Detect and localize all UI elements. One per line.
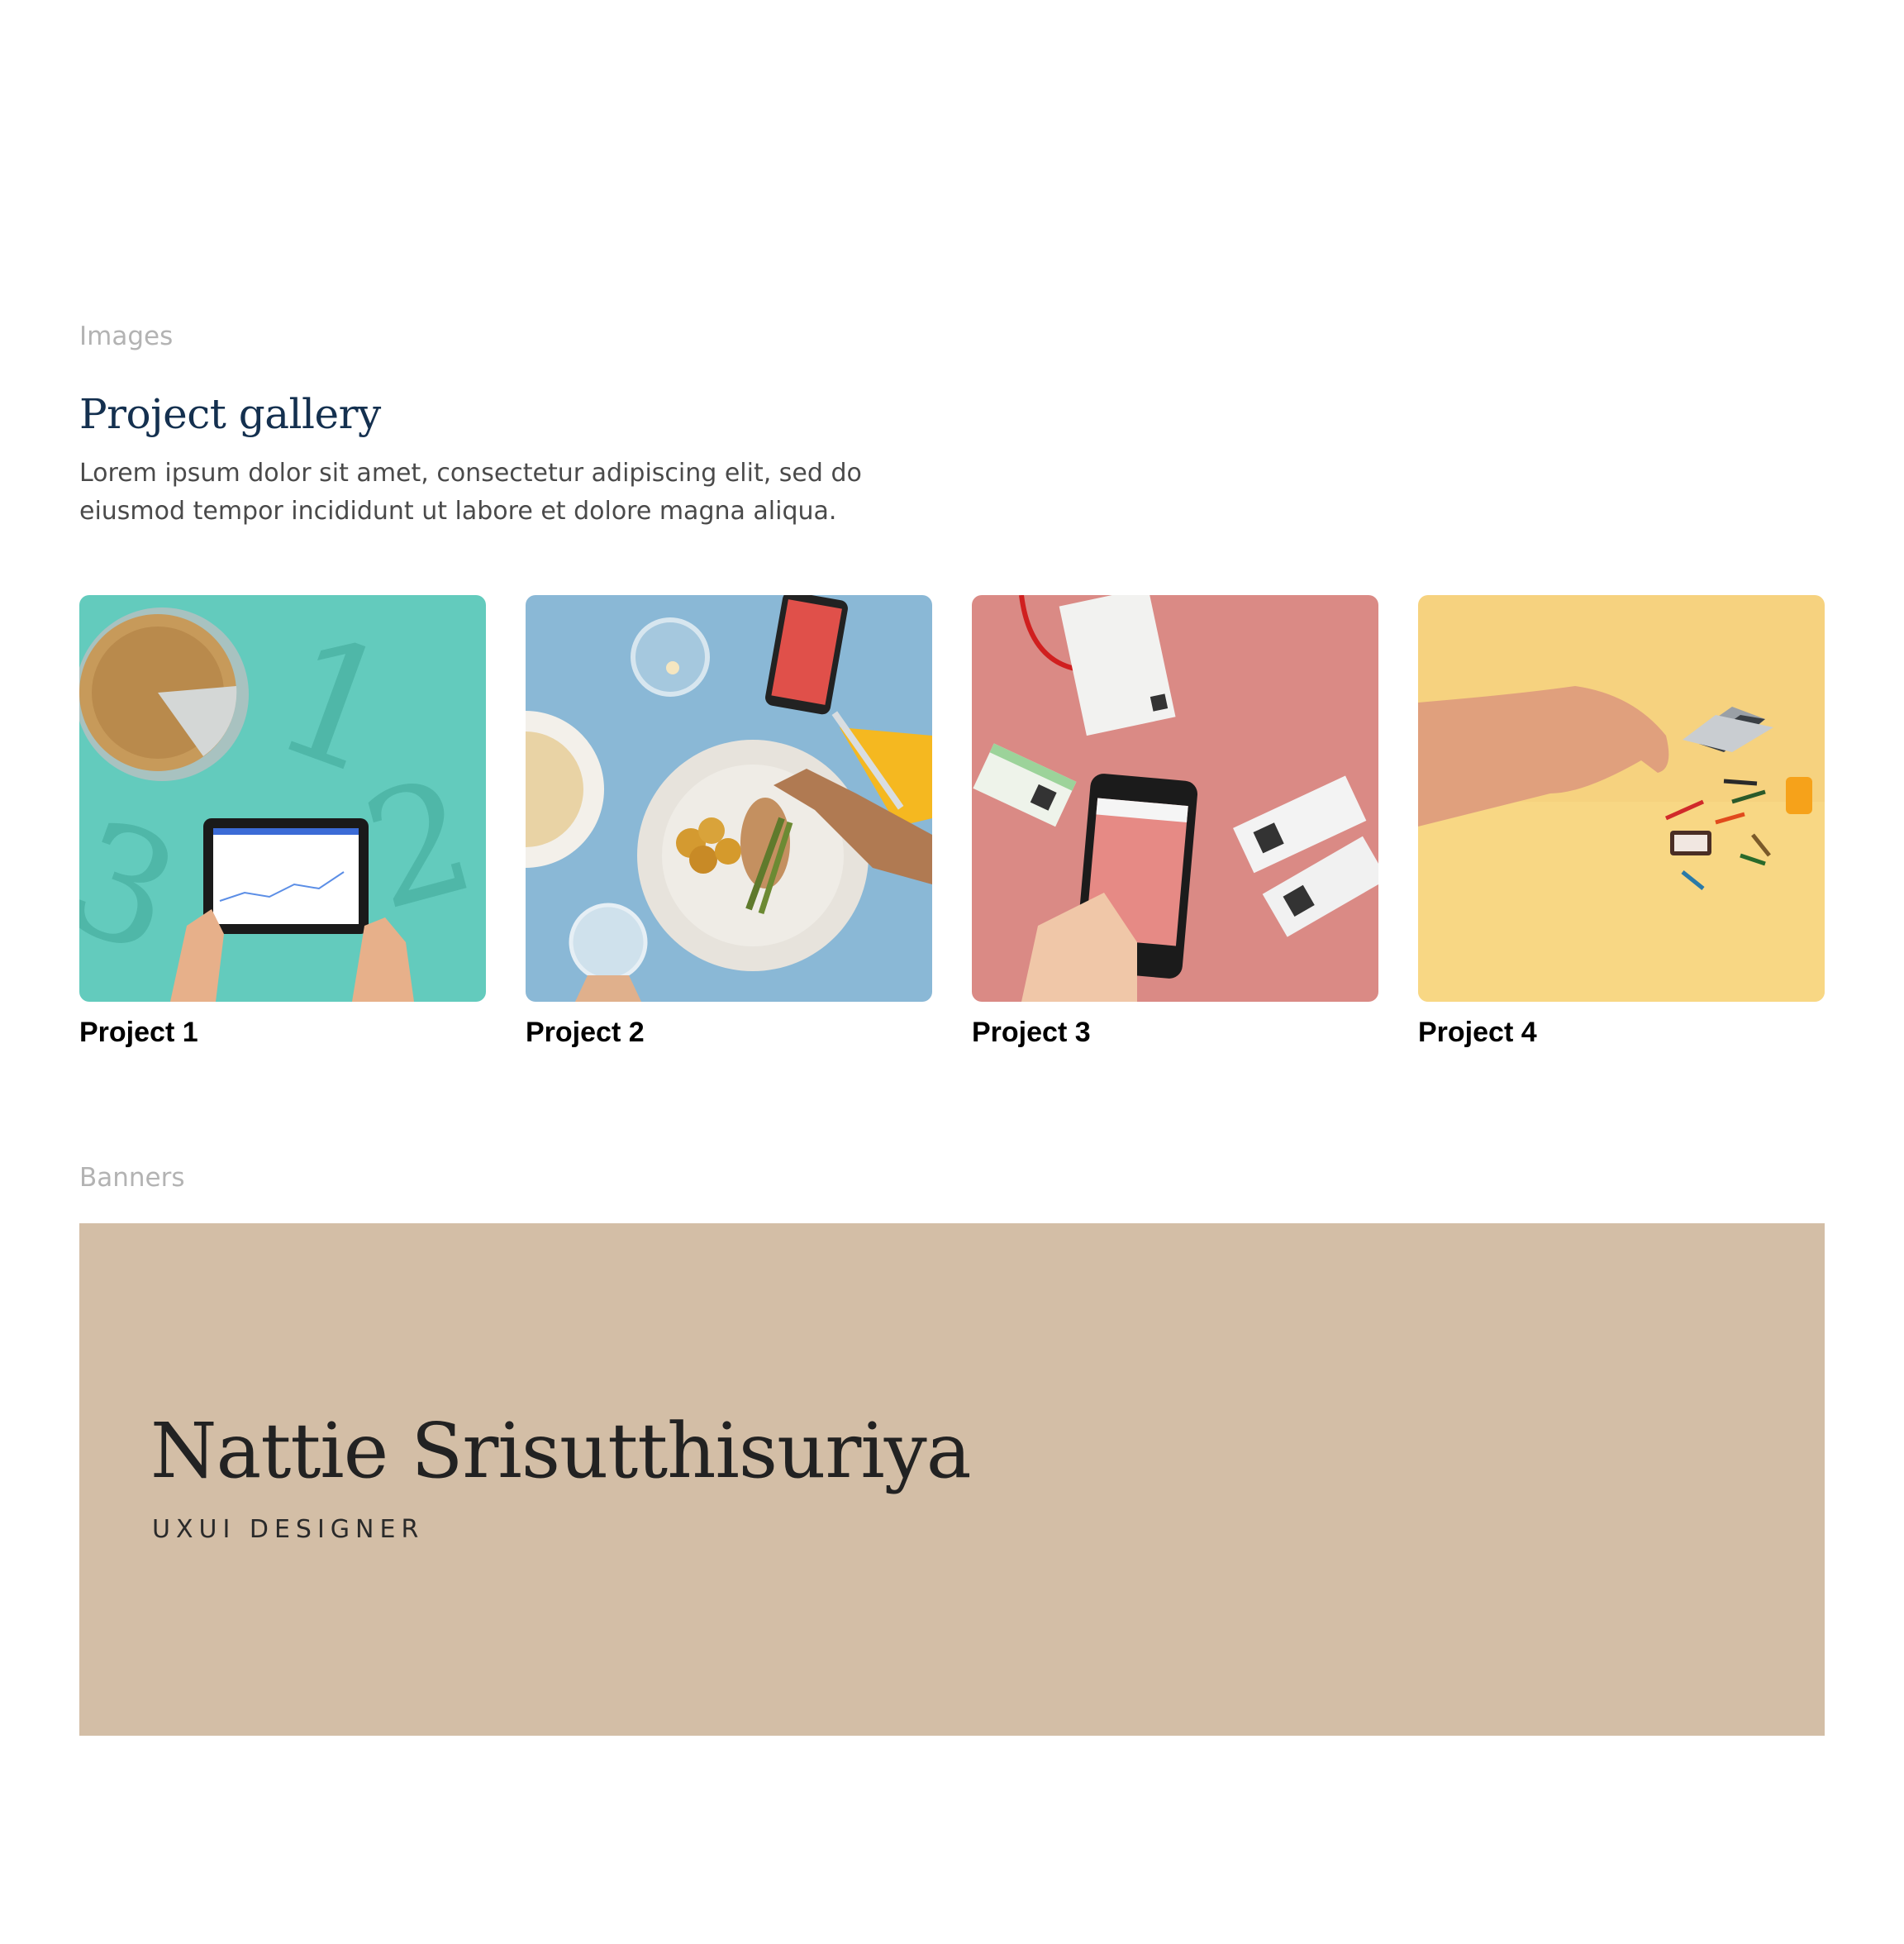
project-card-2[interactable]: Project 2 [526, 595, 932, 1046]
project-4-illustration [1418, 595, 1825, 1002]
project-2-illustration [526, 595, 932, 1002]
project-card-3[interactable]: Project 3 [972, 595, 1378, 1046]
section-label-images: Images [79, 322, 174, 351]
project-card-4[interactable]: Project 4 [1418, 595, 1825, 1046]
section-label-banners: Banners [79, 1163, 185, 1193]
profile-banner: Nattie Srisutthisuriya UXUI DESIGNER [79, 1223, 1825, 1736]
project-image-2[interactable] [526, 595, 932, 1002]
project-title-2[interactable]: Project 2 [526, 1018, 932, 1046]
banner-role: UXUI DESIGNER [152, 1515, 425, 1544]
project-1-illustration: 1 2 3 [79, 595, 486, 1002]
project-title-4[interactable]: Project 4 [1418, 1018, 1825, 1046]
project-title-3[interactable]: Project 3 [972, 1018, 1378, 1046]
project-3-illustration [972, 595, 1378, 1002]
gallery-title: Project gallery [79, 390, 381, 438]
project-image-4[interactable] [1418, 595, 1825, 1002]
project-card-1[interactable]: 1 2 3 Project 1 [79, 595, 486, 1046]
project-image-3[interactable] [972, 595, 1378, 1002]
project-image-1[interactable]: 1 2 3 [79, 595, 486, 1002]
banner-name: Nattie Srisutthisuriya [150, 1407, 972, 1495]
project-title-1[interactable]: Project 1 [79, 1018, 486, 1046]
gallery-description: Lorem ipsum dolor sit amet, consectetur … [79, 459, 862, 526]
